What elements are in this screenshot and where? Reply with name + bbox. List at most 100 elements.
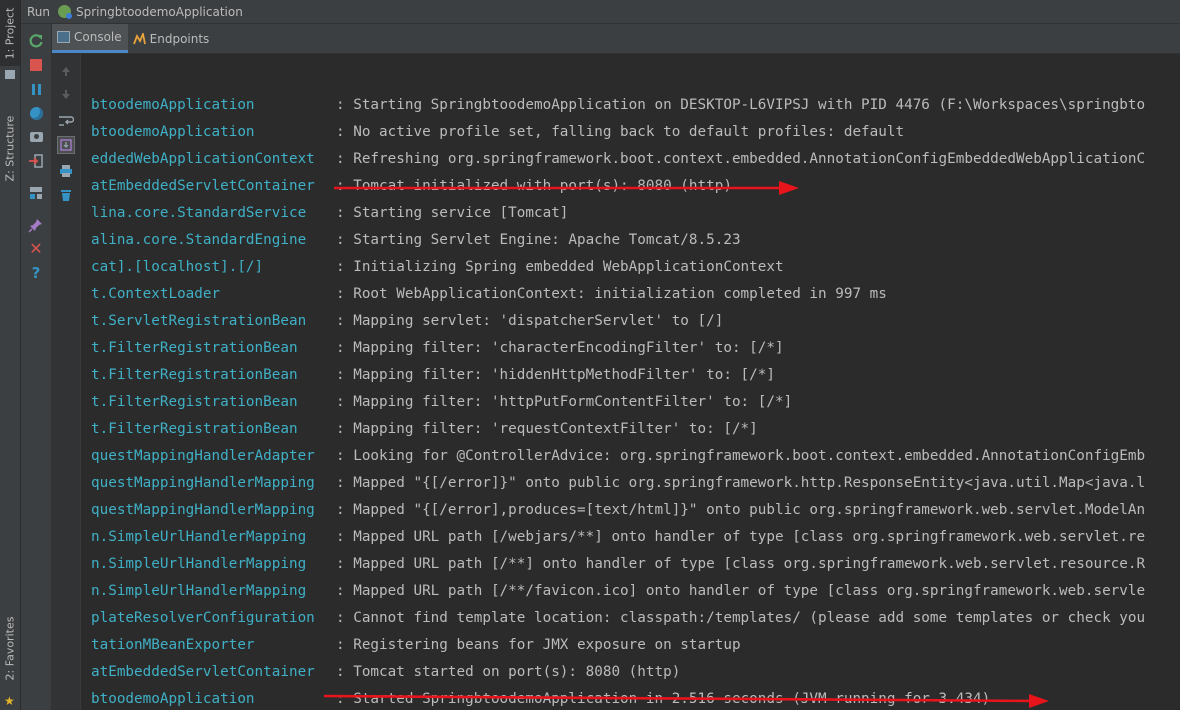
log-line: questMappingHandlerMapping: Mapped "{[/e… [91, 497, 1145, 524]
log-logger-name: btoodemoApplication [91, 97, 255, 113]
camera-icon[interactable] [27, 128, 45, 146]
log-separator: : [336, 340, 345, 356]
close-icon[interactable]: ✕ [27, 240, 45, 258]
tab-console[interactable]: Console [52, 24, 128, 53]
log-line: t.FilterRegistrationBean: Mapping filter… [91, 389, 1145, 416]
log-line: n.SimpleUrlHandlerMapping: Mapped URL pa… [91, 551, 1145, 578]
project-icon [5, 70, 15, 79]
scroll-up-icon[interactable] [57, 62, 75, 80]
help-icon[interactable]: ? [27, 264, 45, 282]
run-config-name[interactable]: SpringbtoodemoApplication [76, 5, 243, 19]
log-message: Mapping filter: 'httpPutFormContentFilte… [353, 394, 793, 410]
structure-tab-label: Z: Structure [3, 115, 17, 181]
tab-endpoints-label: Endpoints [149, 31, 210, 46]
log-separator: : [336, 475, 345, 491]
log-line: alina.core.StandardEngine: Starting Serv… [91, 227, 1145, 254]
log-line: btoodemoApplication: Started Springbtood… [91, 686, 1145, 710]
log-separator: : [336, 556, 345, 572]
log-logger-name: atEmbeddedServletContainer [91, 664, 315, 680]
log-separator: : [336, 178, 345, 194]
log-separator: : [336, 313, 345, 329]
log-separator: : [336, 583, 345, 599]
scroll-to-end-icon[interactable] [57, 136, 75, 154]
endpoints-icon [132, 30, 146, 45]
log-message: Tomcat initialized with port(s): 8080 (h… [353, 178, 732, 194]
rerun-icon[interactable] [27, 32, 45, 50]
log-logger-name: btoodemoApplication [91, 124, 255, 140]
console-toolbar [52, 54, 81, 710]
log-line: t.ContextLoader: Root WebApplicationCont… [91, 281, 1145, 308]
log-logger-name: n.SimpleUrlHandlerMapping [91, 556, 307, 572]
log-line: atEmbeddedServletContainer: Tomcat initi… [91, 173, 1145, 200]
run-toolbar: ✕ ? [21, 24, 52, 710]
log-line: atEmbeddedServletContainer: Tomcat start… [91, 659, 1145, 686]
log-line: btoodemoApplication: Starting Springbtoo… [91, 92, 1145, 119]
log-logger-name: t.FilterRegistrationBean [91, 421, 298, 437]
login-icon[interactable] [27, 152, 45, 170]
log-message: Refreshing org.springframework.boot.cont… [353, 151, 1146, 167]
console-icon [57, 31, 70, 43]
console-output[interactable]: btoodemoApplication: Starting Springbtoo… [81, 54, 1180, 710]
log-line: n.SimpleUrlHandlerMapping: Mapped URL pa… [91, 578, 1145, 605]
scroll-down-icon[interactable] [57, 86, 75, 104]
log-message: Mapping filter: 'hiddenHttpMethodFilter'… [353, 367, 775, 383]
log-separator: : [336, 151, 345, 167]
favorites-star-icon: ★ [4, 694, 15, 708]
log-logger-name: alina.core.StandardEngine [91, 232, 307, 248]
log-message: Mapped URL path [/webjars/**] onto handl… [353, 529, 1146, 545]
log-line: lina.core.StandardService: Starting serv… [91, 200, 1145, 227]
log-separator: : [336, 529, 345, 545]
log-message: Mapped URL path [/**] onto handler of ty… [353, 556, 1146, 572]
pause-icon[interactable] [27, 80, 45, 98]
log-message: Mapping servlet: 'dispatcherServlet' to … [353, 313, 724, 329]
log-separator: : [336, 286, 345, 302]
structure-tool-tab[interactable]: Z: Structure [0, 100, 20, 196]
log-logger-name: lina.core.StandardService [91, 205, 307, 221]
log-message: No active profile set, falling back to d… [353, 124, 905, 140]
stop-icon[interactable] [27, 56, 45, 74]
log-message: Registering beans for JMX exposure on st… [353, 637, 741, 653]
log-separator: : [336, 367, 345, 383]
log-logger-name: tationMBeanExporter [91, 637, 255, 653]
favorites-tool-tab[interactable]: 2: Favorites [0, 600, 20, 696]
log-logger-name: t.ServletRegistrationBean [91, 313, 307, 329]
log-message: Mapped "{[/error]}" onto public org.spri… [353, 475, 1146, 491]
log-line: eddedWebApplicationContext: Refreshing o… [91, 146, 1145, 173]
log-message: Starting service [Tomcat] [353, 205, 569, 221]
tab-endpoints[interactable]: Endpoints [128, 24, 216, 53]
log-line: t.FilterRegistrationBean: Mapping filter… [91, 335, 1145, 362]
log-separator: : [336, 448, 345, 464]
favorites-tab-label: 2: Favorites [3, 616, 17, 680]
log-separator: : [336, 232, 345, 248]
log-message: Mapping filter: 'requestContextFilter' t… [353, 421, 758, 437]
log-logger-name: t.FilterRegistrationBean [91, 394, 298, 410]
log-line: t.FilterRegistrationBean: Mapping filter… [91, 416, 1145, 443]
project-tab-label: 1: Project [3, 7, 17, 59]
project-tool-tab[interactable]: 1: Project [0, 0, 20, 66]
log-logger-name: n.SimpleUrlHandlerMapping [91, 529, 307, 545]
trash-icon[interactable] [57, 186, 75, 204]
layout-icon[interactable] [27, 184, 45, 202]
spring-app-icon [58, 5, 73, 19]
log-separator: : [336, 502, 345, 518]
log-logger-name: btoodemoApplication [91, 691, 255, 707]
log-logger-name: t.FilterRegistrationBean [91, 367, 298, 383]
print-icon[interactable] [57, 162, 75, 180]
log-logger-name: eddedWebApplicationContext [91, 151, 315, 167]
log-logger-name: questMappingHandlerAdapter [91, 448, 315, 464]
log-lines: btoodemoApplication: Starting Springbtoo… [91, 92, 1145, 710]
log-separator: : [336, 205, 345, 221]
log-message: Mapping filter: 'characterEncodingFilter… [353, 340, 784, 356]
log-message: Starting SpringbtoodemoApplication on DE… [353, 97, 1146, 113]
log-line: plateResolverConfiguration: Cannot find … [91, 605, 1145, 632]
left-tool-stripe: 1: Project Z: Structure 2: Favorites ★ [0, 0, 21, 710]
log-message: Cannot find template location: classpath… [353, 610, 1146, 626]
log-logger-name: questMappingHandlerMapping [91, 502, 315, 518]
log-logger-name: t.FilterRegistrationBean [91, 340, 298, 356]
log-separator: : [336, 97, 345, 113]
log-line: questMappingHandlerMapping: Mapped "{[/e… [91, 470, 1145, 497]
log-line: questMappingHandlerAdapter: Looking for … [91, 443, 1145, 470]
globe-icon[interactable] [27, 104, 45, 122]
pin-icon[interactable] [27, 216, 45, 234]
soft-wrap-icon[interactable] [57, 112, 75, 130]
